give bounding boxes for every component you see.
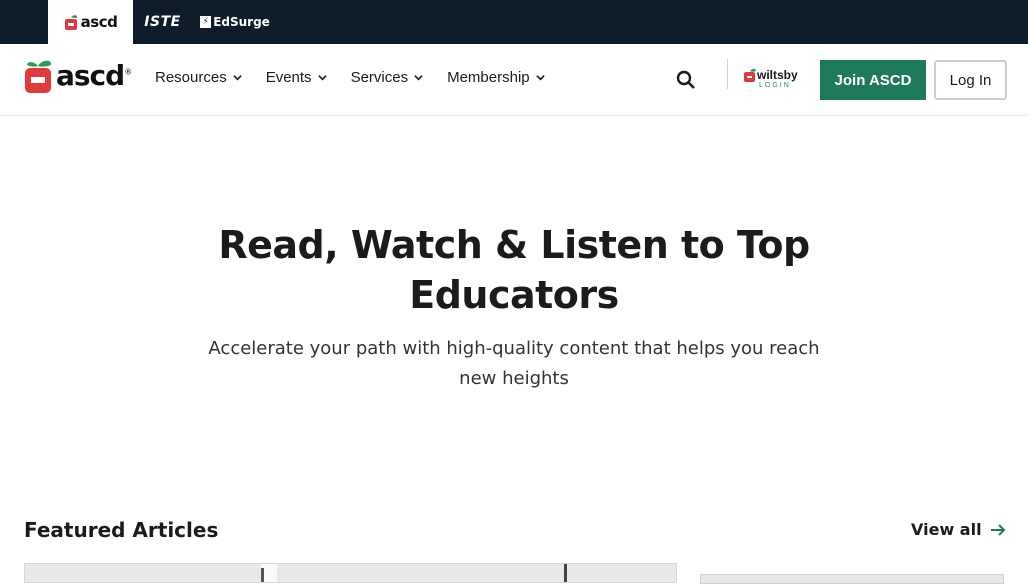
logo-text: ascd® (56, 59, 132, 92)
nav-item-membership[interactable]: Membership (447, 69, 545, 86)
wiltsby-login-link[interactable]: wiltsby LOGIN (743, 68, 805, 94)
brand-ascd-label: ascd (80, 13, 118, 31)
brand-tab-iste[interactable]: ISTE (140, 0, 185, 44)
nav-item-events[interactable]: Events (266, 69, 327, 86)
featured-article-card-image[interactable] (700, 574, 1004, 584)
hero-subtitle: Accelerate your path with high-quality c… (208, 338, 820, 389)
wiltsby-name: wiltsby (757, 68, 798, 82)
nav-item-label: Membership (447, 68, 530, 86)
chevron-down-icon (233, 74, 242, 80)
arrow-right-icon (990, 523, 1005, 536)
ascd-logo[interactable]: ascd® (24, 59, 132, 93)
view-all-label: View all (911, 520, 982, 539)
brand-iste-label: ISTE (144, 14, 181, 30)
featured-articles-heading: Featured Articles (24, 518, 219, 542)
nav-item-label: Events (265, 68, 312, 86)
join-ascd-button[interactable]: Join ASCD (820, 60, 926, 100)
wiltsby-login-label: LOGIN (759, 82, 791, 89)
nav-item-label: Resources (155, 68, 227, 86)
nav-menu: Resources Events Services Membership (155, 44, 545, 110)
chevron-down-icon (317, 74, 327, 80)
brand-tab-edsurge[interactable]: ⚡ EdSurge (200, 0, 270, 44)
image-detail (564, 564, 567, 582)
brand-edsurge-label: EdSurge (213, 15, 270, 29)
ascd-apple-icon (64, 15, 77, 30)
image-detail (261, 568, 264, 582)
featured-article-card-image[interactable] (24, 563, 677, 583)
nav-divider (727, 59, 728, 89)
brand-bar: ascd ISTE ⚡ EdSurge (0, 0, 1028, 44)
view-all-link[interactable]: View all (911, 520, 1006, 539)
bolt-icon: ⚡ (200, 16, 212, 28)
nav-item-resources[interactable]: Resources (155, 69, 242, 86)
brand-tab-ascd[interactable]: ascd (48, 0, 133, 44)
nav-item-label: Services (350, 68, 409, 86)
wiltsby-apple-icon (744, 68, 756, 82)
nav-item-services[interactable]: Services (351, 69, 424, 86)
search-icon (676, 70, 695, 89)
log-in-button[interactable]: Log In (934, 60, 1007, 100)
ascd-mini-logo: ascd (64, 13, 118, 31)
chevron-down-icon (535, 74, 545, 80)
search-button[interactable] (674, 68, 698, 92)
edsurge-logo: ⚡ EdSurge (200, 15, 270, 29)
ascd-apple-icon (25, 60, 52, 93)
main-navigation: ascd® Resources Events Services Membersh… (0, 44, 1028, 116)
chevron-down-icon (414, 74, 423, 80)
hero-title: Read, Watch & Listen to Top Educators (218, 223, 810, 317)
